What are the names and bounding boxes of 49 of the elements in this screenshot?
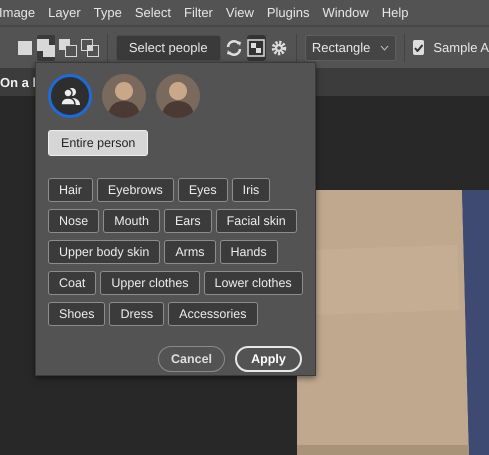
mask-toggle-button[interactable] bbox=[247, 34, 266, 60]
person-avatar[interactable] bbox=[102, 74, 146, 118]
menu-item[interactable]: Filter bbox=[184, 5, 219, 20]
body-part-button[interactable]: Eyes bbox=[178, 178, 228, 202]
apply-button[interactable]: Apply bbox=[235, 346, 302, 372]
checker-square-icon bbox=[247, 38, 266, 56]
menu-item[interactable]: Window bbox=[322, 5, 375, 20]
checkbox-label: Sample A bbox=[433, 40, 489, 55]
menu-item[interactable]: Select bbox=[134, 5, 177, 20]
menu-item[interactable]: Type bbox=[94, 5, 128, 20]
entire-person-button[interactable]: Entire person bbox=[48, 130, 148, 156]
menu-item[interactable]: Image bbox=[0, 5, 42, 20]
overlapping-squares-icon bbox=[37, 38, 56, 56]
body-part-button[interactable]: Upper clothes bbox=[100, 271, 200, 295]
body-part-button[interactable]: Nose bbox=[48, 209, 100, 233]
checkbox[interactable] bbox=[413, 40, 424, 55]
body-part-button[interactable]: Iris bbox=[232, 178, 270, 202]
body-part-button[interactable]: Eyebrows bbox=[96, 178, 174, 202]
body-part-button[interactable]: Upper body skin bbox=[48, 240, 160, 264]
menu-item[interactable]: View bbox=[226, 5, 260, 20]
select-people-button[interactable]: Select people bbox=[116, 34, 221, 60]
overlapping-squares-icon bbox=[81, 38, 100, 56]
body-part-button[interactable]: Hair bbox=[48, 178, 93, 202]
body-part-button[interactable]: Ears bbox=[164, 209, 212, 233]
chevron-down-icon bbox=[380, 44, 390, 50]
settings-icon bbox=[270, 38, 288, 56]
body-part-button[interactable]: Dress bbox=[109, 302, 164, 326]
menu-item[interactable]: Plugins bbox=[266, 5, 316, 20]
document-tab[interactable]: On a l bbox=[0, 74, 36, 90]
menu-item[interactable]: Help bbox=[382, 5, 414, 20]
body-part-button[interactable]: Coat bbox=[48, 271, 96, 295]
person-avatar[interactable] bbox=[48, 74, 92, 118]
body-part-button[interactable]: Hands bbox=[220, 240, 278, 264]
people-icon bbox=[60, 87, 80, 105]
body-part-button[interactable]: Arms bbox=[164, 240, 216, 264]
cancel-button[interactable]: Cancel bbox=[158, 346, 225, 372]
body-part-button[interactable]: Mouth bbox=[103, 209, 160, 233]
overlapping-squares-icon bbox=[59, 38, 78, 56]
menu-item[interactable]: Layer bbox=[48, 5, 87, 20]
square-icon bbox=[18, 40, 32, 54]
body-part-button[interactable]: Shoes bbox=[48, 302, 106, 326]
person-avatar[interactable] bbox=[156, 74, 200, 118]
checkmark-icon bbox=[414, 44, 424, 52]
body-part-button[interactable]: Lower clothes bbox=[204, 271, 303, 295]
body-part-button[interactable]: Accessories bbox=[168, 302, 258, 326]
shape-dropdown[interactable]: Rectangle bbox=[304, 34, 396, 60]
body-part-button[interactable]: Facial skin bbox=[216, 209, 297, 233]
refresh-icon bbox=[224, 38, 243, 56]
selection-mode-button[interactable] bbox=[37, 34, 56, 60]
